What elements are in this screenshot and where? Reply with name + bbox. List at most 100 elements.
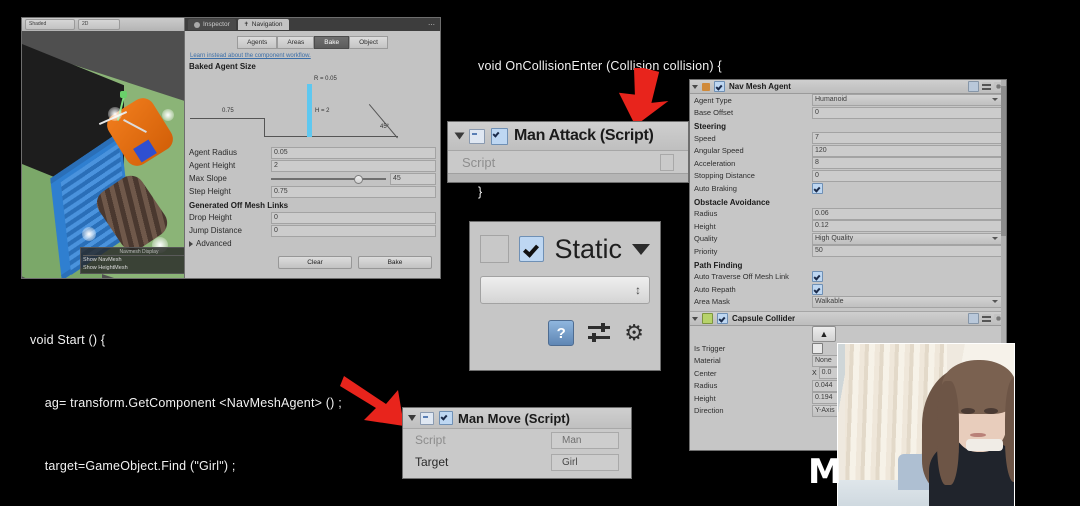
row-script[interactable]: Script Man bbox=[403, 429, 631, 451]
field-avoidance-radius[interactable]: Radius 0.06 bbox=[690, 207, 1006, 221]
field-value[interactable]: 0 bbox=[271, 224, 436, 237]
static-row[interactable]: Static bbox=[470, 222, 660, 276]
field-value[interactable]: 45 bbox=[390, 172, 436, 185]
field-agent-type[interactable]: Agent Type Humanoid bbox=[690, 94, 1006, 107]
static-checkbox[interactable] bbox=[519, 236, 545, 262]
field-value[interactable]: Walkable bbox=[812, 295, 1002, 308]
field-base-offset[interactable]: Base Offset 0 bbox=[690, 106, 1006, 120]
field-value[interactable]: 2 bbox=[271, 159, 436, 172]
help-icon[interactable] bbox=[968, 313, 979, 324]
preset-icon[interactable] bbox=[982, 314, 991, 323]
overlay-row-show-navmesh[interactable]: Show NavMesh bbox=[83, 256, 192, 264]
component-header[interactable]: Man Move (Script) bbox=[403, 408, 631, 429]
window-menu-icon[interactable]: ⋯ bbox=[428, 21, 437, 29]
clear-button[interactable]: Clear bbox=[278, 256, 352, 269]
is-trigger-checkbox[interactable] bbox=[812, 342, 823, 354]
field-value[interactable]: High Quality bbox=[812, 232, 1002, 245]
target-object-field[interactable]: Girl bbox=[551, 453, 619, 471]
field-max-slope[interactable]: Max Slope 45 bbox=[185, 172, 440, 185]
bake-button-row[interactable]: Clear Bake bbox=[185, 250, 440, 275]
tab-navigation[interactable]: ✝ Navigation bbox=[237, 19, 289, 30]
foldout-arrow-icon[interactable] bbox=[692, 316, 698, 321]
field-value[interactable]: Humanoid bbox=[812, 94, 1002, 107]
field-avoidance-priority[interactable]: Priority 50 bbox=[690, 245, 1006, 258]
script-object-field[interactable]: Man bbox=[551, 431, 619, 449]
component-enabled-checkbox[interactable] bbox=[717, 313, 728, 324]
slider-knob[interactable] bbox=[353, 174, 363, 184]
field-value[interactable]: 0.75 bbox=[271, 185, 436, 198]
component-enabled-checkbox[interactable] bbox=[491, 127, 508, 145]
field-avoidance-quality[interactable]: Quality High Quality bbox=[690, 232, 1006, 246]
field-angular-speed[interactable]: Angular Speed 120 bbox=[690, 144, 1006, 158]
field-auto-traverse[interactable]: Auto Traverse Off Mesh Link bbox=[690, 271, 1006, 284]
scene-viewport[interactable]: Navmesh Display Show NavMesh Show Height… bbox=[22, 31, 192, 278]
capsule-collider-header[interactable]: Capsule Collider bbox=[690, 311, 1006, 326]
max-slope-slider[interactable] bbox=[271, 174, 386, 184]
preset-icon[interactable] bbox=[982, 82, 991, 91]
window-tab-strip[interactable]: Inspector ✝ Navigation ⋯ bbox=[185, 18, 440, 31]
seg-bake[interactable]: Bake bbox=[314, 36, 350, 49]
field-value[interactable]: 0.06 bbox=[812, 207, 1002, 220]
auto-braking-checkbox[interactable] bbox=[812, 182, 823, 194]
navmesh-display-overlay[interactable]: Navmesh Display Show NavMesh Show Height… bbox=[80, 247, 192, 274]
field-speed[interactable]: Speed 7 bbox=[690, 132, 1006, 145]
advanced-foldout[interactable]: Advanced bbox=[185, 237, 440, 250]
field-value[interactable]: 0 bbox=[812, 106, 1002, 119]
inspector-footer-icons[interactable]: ? ⚙ bbox=[470, 304, 660, 346]
name-field[interactable] bbox=[480, 235, 510, 263]
field-value[interactable]: 0 bbox=[271, 211, 436, 224]
foldout-arrow-icon[interactable] bbox=[454, 132, 465, 140]
header-icon-group[interactable] bbox=[968, 81, 1003, 92]
stepper-icon[interactable]: ↕ bbox=[635, 283, 649, 297]
help-icon[interactable] bbox=[968, 81, 979, 92]
scene-2d-toggle[interactable]: 2D bbox=[78, 19, 120, 30]
field-avoidance-height[interactable]: Height 0.12 bbox=[690, 220, 1006, 233]
seg-areas[interactable]: Areas bbox=[277, 36, 315, 49]
row-target[interactable]: Target Girl bbox=[403, 451, 631, 473]
component-enabled-checkbox[interactable] bbox=[439, 411, 453, 425]
field-step-height[interactable]: Step Height 0.75 bbox=[185, 185, 440, 198]
foldout-arrow-icon[interactable] bbox=[692, 84, 698, 89]
seg-object[interactable]: Object bbox=[349, 36, 388, 49]
navigation-mode-tabs[interactable]: Agents Areas Bake Object bbox=[185, 36, 440, 49]
gizmo-handle-y[interactable] bbox=[120, 91, 127, 98]
field-agent-radius[interactable]: Agent Radius 0.05 bbox=[185, 146, 440, 159]
preset-icon[interactable] bbox=[588, 323, 611, 343]
edit-collider-icon[interactable]: ▲ bbox=[812, 326, 836, 342]
field-value[interactable]: 0.05 bbox=[271, 146, 436, 159]
scene-shading-dropdown[interactable]: Shaded bbox=[25, 19, 75, 30]
chevron-down-icon[interactable] bbox=[632, 243, 650, 255]
field-acceleration[interactable]: Acceleration 8 bbox=[690, 157, 1006, 170]
field-agent-height[interactable]: Agent Height 2 bbox=[185, 159, 440, 172]
tab-inspector[interactable]: Inspector bbox=[188, 19, 236, 30]
field-value[interactable]: 0 bbox=[812, 169, 1002, 182]
field-auto-repath[interactable]: Auto Repath bbox=[690, 283, 1006, 296]
gear-icon[interactable]: ⚙ bbox=[624, 322, 644, 344]
header-icon-group[interactable] bbox=[968, 313, 1003, 324]
field-value[interactable]: 50 bbox=[812, 245, 1002, 258]
edit-collider-row[interactable]: ▲ bbox=[690, 326, 1006, 342]
field-value[interactable]: 7 bbox=[812, 132, 1002, 145]
layer-dropdown[interactable]: ↕ bbox=[480, 276, 650, 304]
script-object-field[interactable] bbox=[660, 153, 674, 171]
help-icon[interactable]: ? bbox=[548, 320, 575, 346]
scene-view-toolbar[interactable]: Shaded 2D bbox=[22, 18, 192, 32]
foldout-arrow-icon[interactable] bbox=[408, 415, 416, 421]
component-header[interactable]: Man Attack (Script) bbox=[448, 122, 688, 151]
navmesh-agent-header[interactable]: Nav Mesh Agent bbox=[690, 80, 1006, 94]
seg-agents[interactable]: Agents bbox=[237, 36, 278, 49]
field-area-mask[interactable]: Area Mask Walkable bbox=[690, 295, 1006, 309]
overlay-row-show-heightmesh[interactable]: Show HeightMesh bbox=[83, 264, 192, 272]
field-jump-distance[interactable]: Jump Distance 0 bbox=[185, 224, 440, 237]
auto-repath-checkbox[interactable] bbox=[812, 283, 823, 295]
field-value[interactable]: 120 bbox=[812, 144, 1002, 157]
auto-traverse-checkbox[interactable] bbox=[812, 271, 823, 283]
field-auto-braking[interactable]: Auto Braking bbox=[690, 182, 1006, 195]
field-value[interactable]: 8 bbox=[812, 157, 1002, 170]
bake-button[interactable]: Bake bbox=[358, 256, 432, 269]
component-enabled-checkbox[interactable] bbox=[714, 81, 725, 92]
field-stopping-distance[interactable]: Stopping Distance 0 bbox=[690, 169, 1006, 183]
field-drop-height[interactable]: Drop Height 0 bbox=[185, 211, 440, 224]
field-value[interactable]: 0.12 bbox=[812, 220, 1002, 233]
row-script[interactable]: Script bbox=[448, 151, 688, 173]
